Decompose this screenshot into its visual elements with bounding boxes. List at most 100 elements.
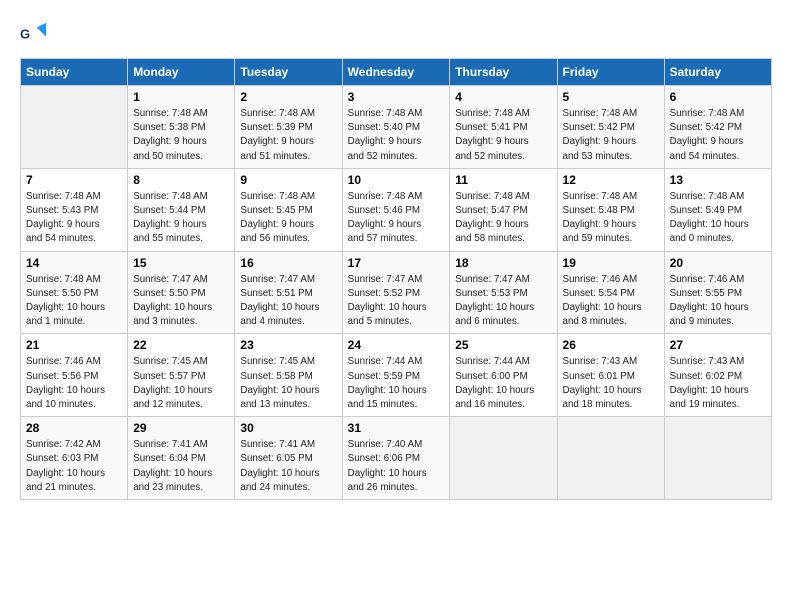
day-cell: 26Sunrise: 7:43 AMSunset: 6:01 PMDayligh…: [557, 334, 664, 417]
header-saturday: Saturday: [664, 59, 771, 86]
week-row-4: 21 Sunrise: 7:46 AMSunset: 5:56 PMDayligh…: [21, 334, 772, 417]
day-number: 3: [348, 90, 445, 104]
day-info: Sunrise: 7:48 AMSunset: 5:41 PMDaylight:…: [455, 107, 551, 164]
day-info: Sunrise: 7:48 AMSunset: 5:40 PMDaylight:…: [348, 107, 445, 164]
week-row-1: 1 Sunrise: 7:48 AMSunset: 5:38 PMDaylight…: [21, 86, 772, 169]
week-row-3: 14Sunrise: 7:48 AMSunset: 5:50 PMDayligh…: [21, 251, 772, 334]
day-info: Sunrise: 7:48 AMSunset: 5:49 PMDaylight:…: [670, 190, 766, 247]
day-info: Sunrise: 7:46 AMSunset: 5:54 PMDaylight:…: [563, 273, 659, 330]
day-number: 19: [563, 256, 659, 270]
day-number: 25: [455, 338, 551, 352]
day-info: Sunrise: 7:48 AMSunset: 5:42 PMDaylight:…: [670, 107, 766, 164]
day-info: Sunrise: 7:45 AMSunset: 5:57 PMDaylight:…: [133, 355, 229, 412]
day-cell: 12 Sunrise: 7:48 AMSunset: 5:48 PMDayligh…: [557, 168, 664, 251]
day-info: Sunrise: 7:48 AMSunset: 5:42 PMDaylight:…: [563, 107, 659, 164]
day-number: 11: [455, 173, 551, 187]
day-number: 13: [670, 173, 766, 187]
day-info: Sunrise: 7:44 AMSunset: 5:59 PMDaylight:…: [348, 355, 445, 412]
day-number: 16: [240, 256, 336, 270]
day-cell: 10 Sunrise: 7:48 AMSunset: 5:46 PMDayligh…: [342, 168, 450, 251]
day-number: 31: [348, 421, 445, 435]
day-info: Sunrise: 7:48 AMSunset: 5:45 PMDaylight:…: [240, 190, 336, 247]
day-cell: 25 Sunrise: 7:44 AMSunset: 6:00 PMDayligh…: [450, 334, 557, 417]
day-cell: [557, 417, 664, 500]
day-cell: 30 Sunrise: 7:41 AMSunset: 6:05 PMDayligh…: [235, 417, 342, 500]
day-info: Sunrise: 7:45 AMSunset: 5:58 PMDaylight:…: [240, 355, 336, 412]
page-header: G: [20, 20, 772, 48]
day-number: 24: [348, 338, 445, 352]
header-tuesday: Tuesday: [235, 59, 342, 86]
day-number: 15: [133, 256, 229, 270]
day-number: 28: [26, 421, 122, 435]
logo-icon: G: [20, 20, 48, 48]
day-cell: 19 Sunrise: 7:46 AMSunset: 5:54 PMDayligh…: [557, 251, 664, 334]
header-sunday: Sunday: [21, 59, 128, 86]
day-info: Sunrise: 7:43 AMSunset: 6:02 PMDaylight:…: [670, 355, 766, 412]
day-cell: 13 Sunrise: 7:48 AMSunset: 5:49 PMDayligh…: [664, 168, 771, 251]
day-info: Sunrise: 7:47 AMSunset: 5:50 PMDaylight:…: [133, 273, 229, 330]
day-number: 6: [670, 90, 766, 104]
svg-text:G: G: [20, 27, 30, 42]
day-number: 10: [348, 173, 445, 187]
day-cell: 9 Sunrise: 7:48 AMSunset: 5:45 PMDaylight…: [235, 168, 342, 251]
day-number: 22: [133, 338, 229, 352]
header-thursday: Thursday: [450, 59, 557, 86]
day-cell: [664, 417, 771, 500]
week-row-5: 28 Sunrise: 7:42 AMSunset: 6:03 PMDayligh…: [21, 417, 772, 500]
day-cell: 31 Sunrise: 7:40 AMSunset: 6:06 PMDayligh…: [342, 417, 450, 500]
day-number: 20: [670, 256, 766, 270]
day-cell: 17Sunrise: 7:47 AMSunset: 5:52 PMDayligh…: [342, 251, 450, 334]
day-cell: 8 Sunrise: 7:48 AMSunset: 5:44 PMDaylight…: [128, 168, 235, 251]
day-info: Sunrise: 7:47 AMSunset: 5:51 PMDaylight:…: [240, 273, 336, 330]
day-cell: 20Sunrise: 7:46 AMSunset: 5:55 PMDayligh…: [664, 251, 771, 334]
day-number: 23: [240, 338, 336, 352]
day-cell: 7 Sunrise: 7:48 AMSunset: 5:43 PMDaylight…: [21, 168, 128, 251]
day-info: Sunrise: 7:48 AMSunset: 5:44 PMDaylight:…: [133, 190, 229, 247]
day-cell: 18 Sunrise: 7:47 AMSunset: 5:53 PMDayligh…: [450, 251, 557, 334]
day-cell: 2Sunrise: 7:48 AMSunset: 5:39 PMDaylight…: [235, 86, 342, 169]
day-cell: [21, 86, 128, 169]
day-number: 2: [240, 90, 336, 104]
calendar-table: SundayMondayTuesdayWednesdayThursdayFrid…: [20, 58, 772, 500]
day-cell: 5Sunrise: 7:48 AMSunset: 5:42 PMDaylight…: [557, 86, 664, 169]
day-number: 7: [26, 173, 122, 187]
day-number: 1: [133, 90, 229, 104]
day-info: Sunrise: 7:48 AMSunset: 5:48 PMDaylight:…: [563, 190, 659, 247]
day-info: Sunrise: 7:47 AMSunset: 5:53 PMDaylight:…: [455, 273, 551, 330]
day-cell: 16 Sunrise: 7:47 AMSunset: 5:51 PMDayligh…: [235, 251, 342, 334]
day-info: Sunrise: 7:40 AMSunset: 6:06 PMDaylight:…: [348, 438, 445, 495]
day-cell: 24 Sunrise: 7:44 AMSunset: 5:59 PMDayligh…: [342, 334, 450, 417]
header-wednesday: Wednesday: [342, 59, 450, 86]
logo: G: [20, 20, 50, 48]
day-info: Sunrise: 7:43 AMSunset: 6:01 PMDaylight:…: [563, 355, 659, 412]
day-number: 4: [455, 90, 551, 104]
day-number: 17: [348, 256, 445, 270]
day-cell: 1 Sunrise: 7:48 AMSunset: 5:38 PMDaylight…: [128, 86, 235, 169]
day-number: 8: [133, 173, 229, 187]
day-cell: 21 Sunrise: 7:46 AMSunset: 5:56 PMDayligh…: [21, 334, 128, 417]
day-cell: 4 Sunrise: 7:48 AMSunset: 5:41 PMDaylight…: [450, 86, 557, 169]
day-info: Sunrise: 7:48 AMSunset: 5:46 PMDaylight:…: [348, 190, 445, 247]
day-cell: 14Sunrise: 7:48 AMSunset: 5:50 PMDayligh…: [21, 251, 128, 334]
day-number: 30: [240, 421, 336, 435]
day-info: Sunrise: 7:44 AMSunset: 6:00 PMDaylight:…: [455, 355, 551, 412]
day-number: 29: [133, 421, 229, 435]
day-info: Sunrise: 7:42 AMSunset: 6:03 PMDaylight:…: [26, 438, 122, 495]
day-number: 9: [240, 173, 336, 187]
day-cell: 27Sunrise: 7:43 AMSunset: 6:02 PMDayligh…: [664, 334, 771, 417]
day-cell: 11Sunrise: 7:48 AMSunset: 5:47 PMDayligh…: [450, 168, 557, 251]
day-number: 18: [455, 256, 551, 270]
day-info: Sunrise: 7:48 AMSunset: 5:43 PMDaylight:…: [26, 190, 122, 247]
header-friday: Friday: [557, 59, 664, 86]
day-info: Sunrise: 7:48 AMSunset: 5:38 PMDaylight:…: [133, 107, 229, 164]
day-info: Sunrise: 7:41 AMSunset: 6:04 PMDaylight:…: [133, 438, 229, 495]
day-cell: 29 Sunrise: 7:41 AMSunset: 6:04 PMDayligh…: [128, 417, 235, 500]
day-number: 21: [26, 338, 122, 352]
day-cell: 28 Sunrise: 7:42 AMSunset: 6:03 PMDayligh…: [21, 417, 128, 500]
header-monday: Monday: [128, 59, 235, 86]
day-cell: 3 Sunrise: 7:48 AMSunset: 5:40 PMDaylight…: [342, 86, 450, 169]
day-number: 12: [563, 173, 659, 187]
day-info: Sunrise: 7:41 AMSunset: 6:05 PMDaylight:…: [240, 438, 336, 495]
calendar-header-row: SundayMondayTuesdayWednesdayThursdayFrid…: [21, 59, 772, 86]
day-info: Sunrise: 7:46 AMSunset: 5:56 PMDaylight:…: [26, 355, 122, 412]
